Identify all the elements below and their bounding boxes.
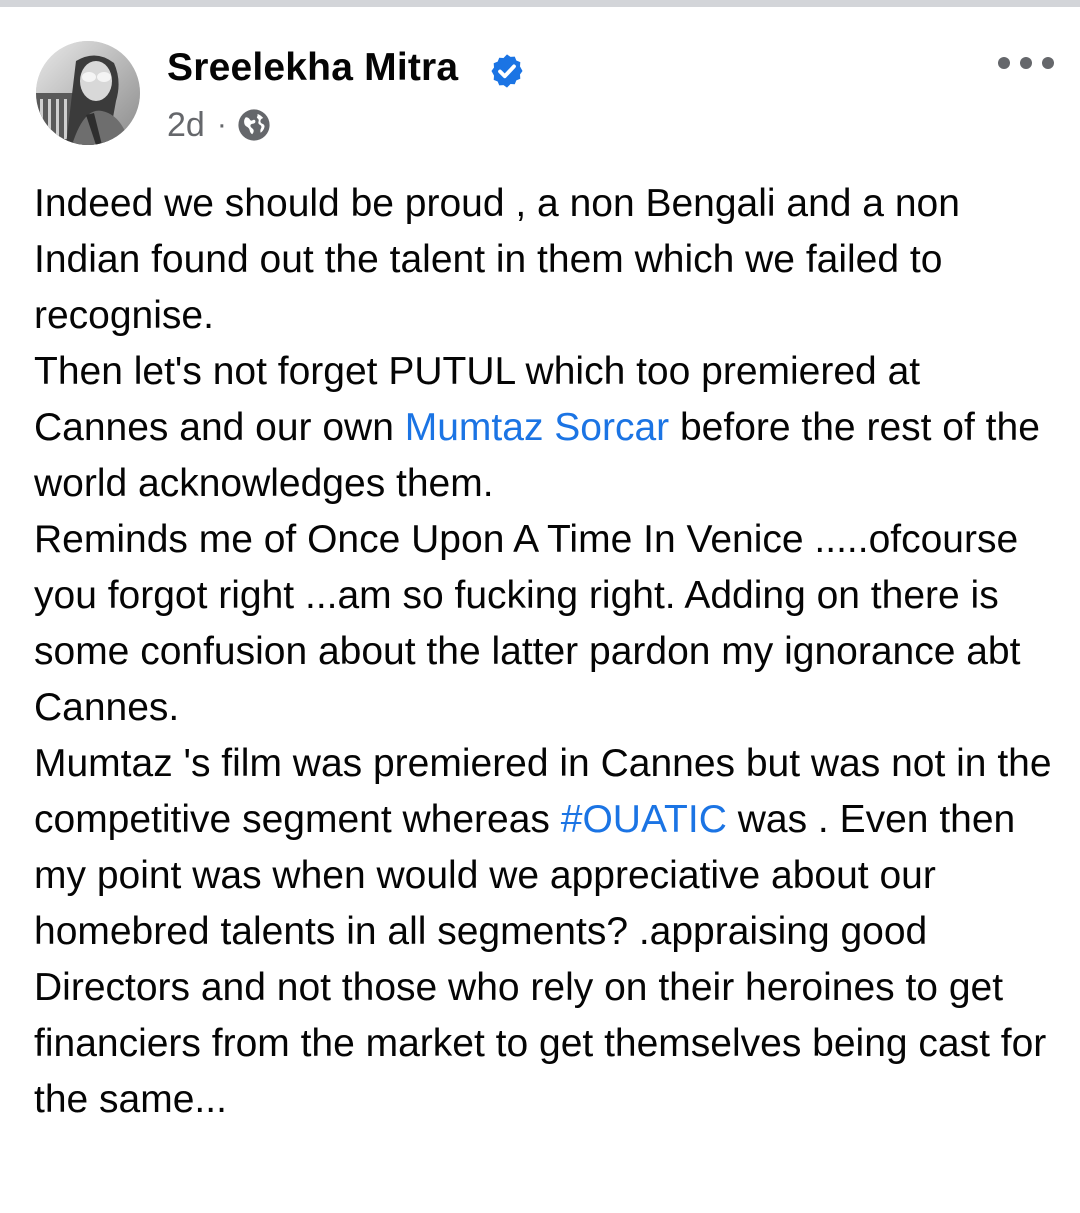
- post-paragraph: Then let's not forget PUTUL which too pr…: [34, 344, 1064, 512]
- more-options-icon-dot: [998, 57, 1010, 69]
- globe-icon[interactable]: [237, 108, 271, 142]
- post-text: Indeed we should be proud , a non Bengal…: [34, 176, 1064, 1128]
- post-paragraph: Mumtaz 's film was premiered in Cannes b…: [34, 736, 1064, 1128]
- more-options-icon-dot: [1020, 57, 1032, 69]
- meta-separator: ·: [216, 108, 227, 141]
- avatar-photo: [36, 41, 140, 145]
- post-timestamp[interactable]: 2d: [167, 106, 205, 145]
- paragraph-text: was . Even then my point was when would …: [34, 798, 1047, 1121]
- author-avatar[interactable]: [36, 41, 140, 145]
- more-options-button[interactable]: [998, 48, 1054, 78]
- post-header: Sreelekha Mitra 2d ·: [0, 0, 1080, 160]
- verified-badge-icon: [491, 54, 523, 88]
- mention-link[interactable]: Mumtaz Sorcar: [405, 406, 669, 449]
- post-paragraph: Indeed we should be proud , a non Bengal…: [34, 182, 960, 337]
- post-paragraph: Reminds me of Once Upon A Time In Venice…: [34, 518, 1021, 729]
- hashtag-link[interactable]: #OUATIC: [561, 798, 727, 841]
- more-options-icon-dot: [1042, 57, 1054, 69]
- author-name[interactable]: Sreelekha Mitra: [167, 44, 458, 92]
- post-meta: 2d ·: [167, 103, 271, 147]
